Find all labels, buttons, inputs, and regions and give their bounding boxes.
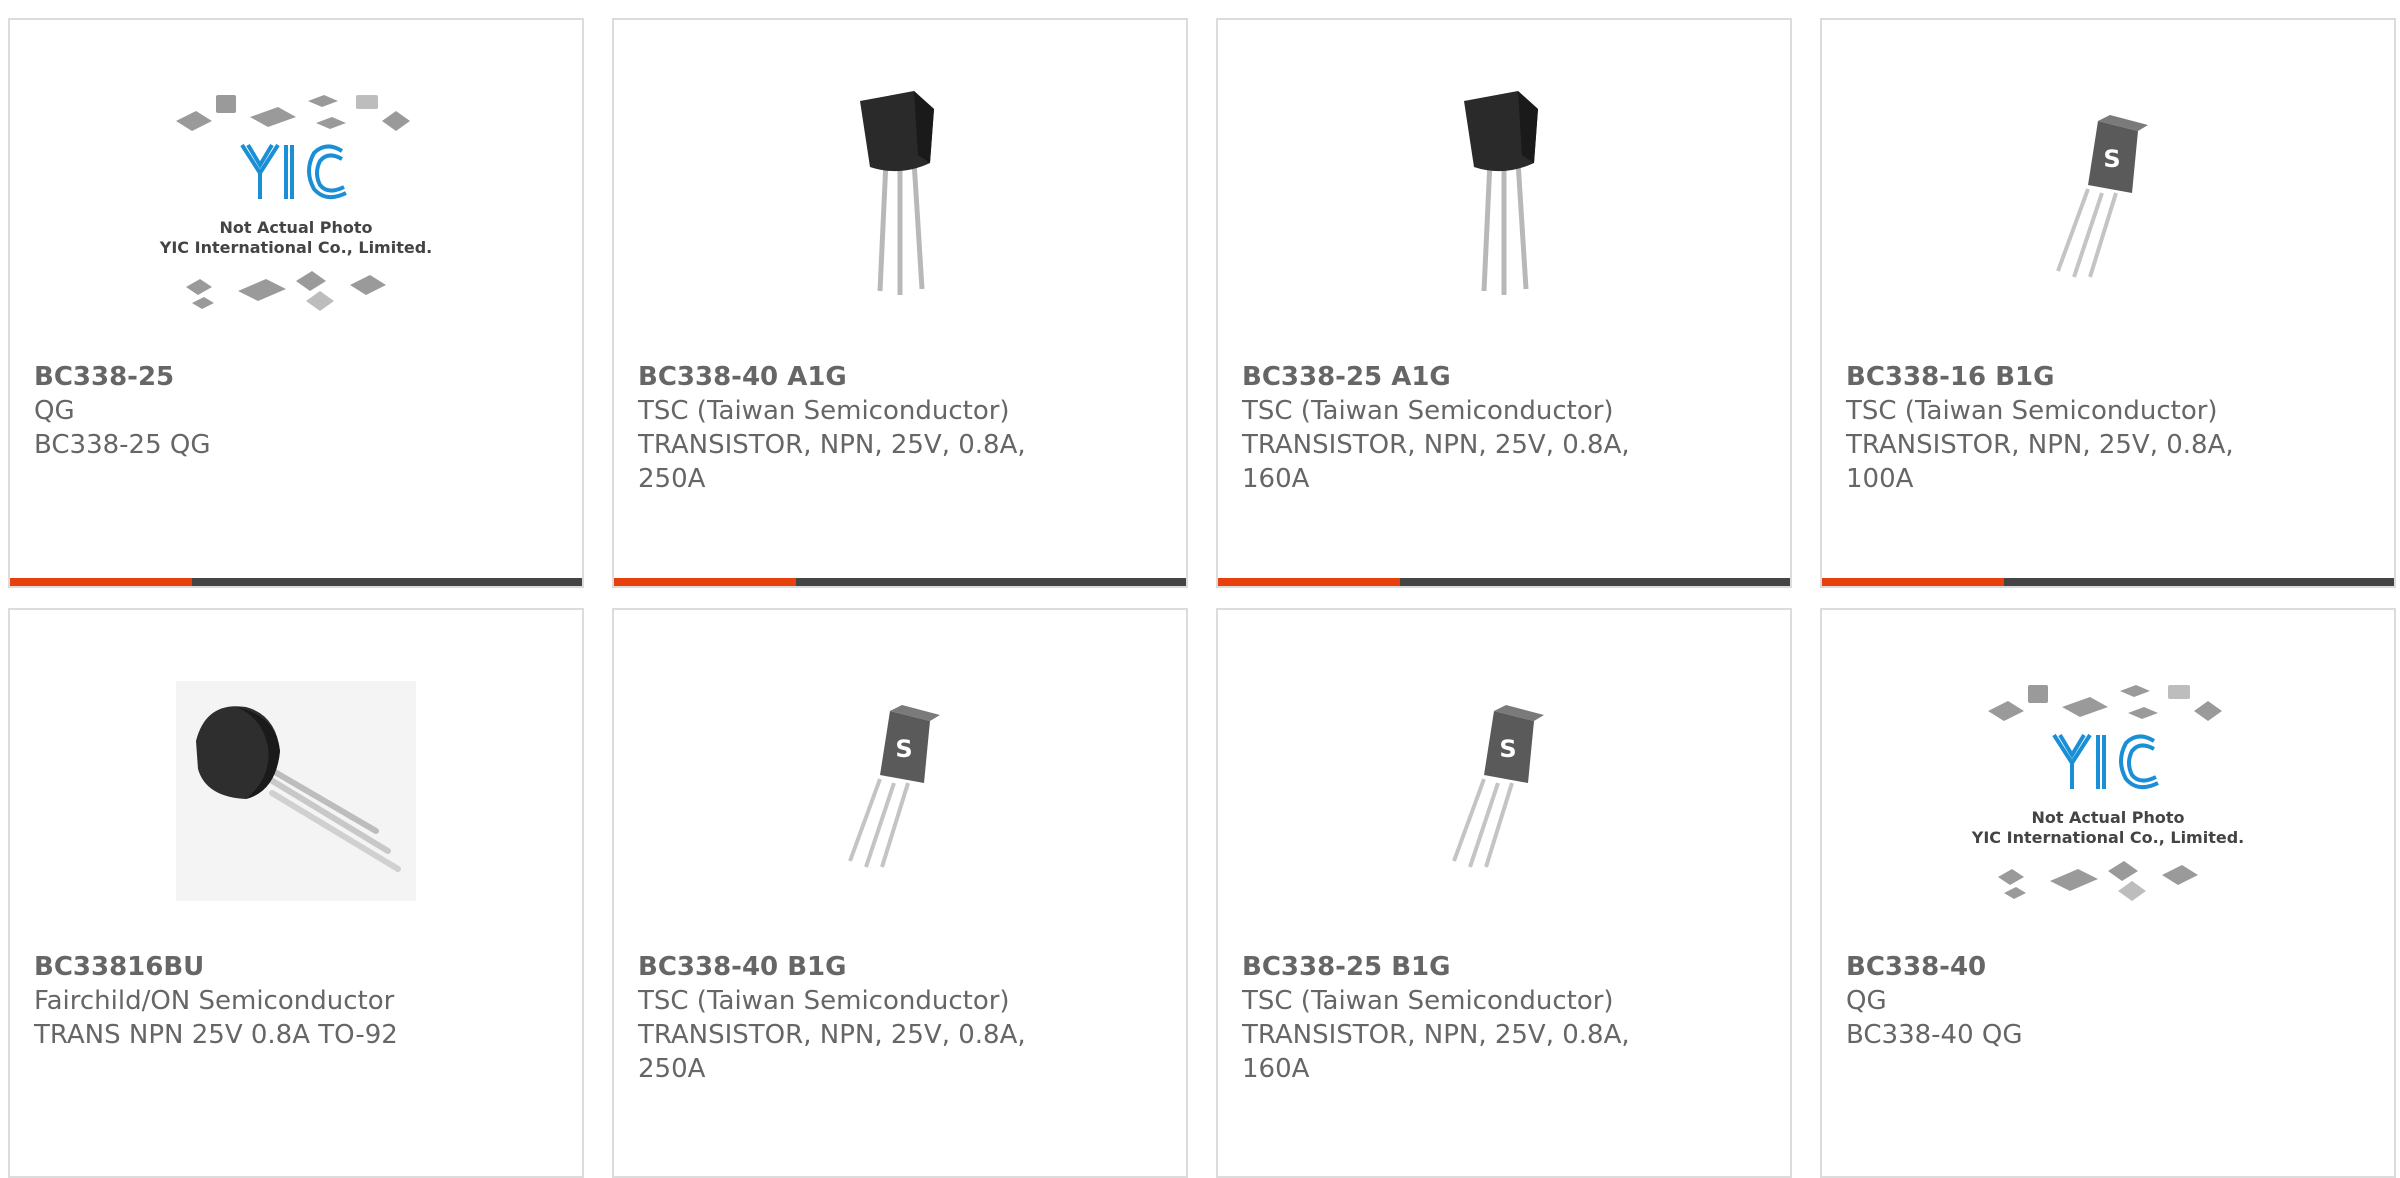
- product-info: BC338-25 B1G TSC (Taiwan Semiconductor) …: [1242, 950, 1766, 1086]
- part-number[interactable]: BC338-25 A1G: [1242, 360, 1766, 394]
- yic-logo-icon: [240, 143, 347, 200]
- description: TRANS NPN 25V 0.8A TO-92: [34, 1020, 398, 1050]
- yic-logo-icon: [2052, 733, 2159, 790]
- part-number[interactable]: BC33816BU: [34, 950, 558, 984]
- product-image[interactable]: [10, 666, 582, 916]
- yic-placeholder-icon: Not Actual Photo YIC International Co., …: [159, 95, 432, 311]
- transistor-icon: [1464, 91, 1538, 295]
- card-accent-bar: [10, 578, 192, 586]
- product-card[interactable]: S BC338-25 B1G TSC (Taiwan Semiconductor…: [1216, 608, 1792, 1178]
- manufacturer: TSC (Taiwan Semiconductor): [1242, 396, 1614, 426]
- product-image[interactable]: S: [614, 666, 1186, 916]
- product-info: BC338-40 QG BC338-40 QG: [1846, 950, 2370, 1052]
- manufacturer: TSC (Taiwan Semiconductor): [638, 396, 1010, 426]
- placeholder-line-1: Not Actual Photo: [2031, 808, 2184, 827]
- product-card[interactable]: Not Actual Photo YIC International Co., …: [1820, 608, 2396, 1178]
- product-image[interactable]: Not Actual Photo YIC International Co., …: [10, 76, 582, 326]
- product-card[interactable]: Not Actual Photo YIC International Co., …: [8, 18, 584, 588]
- manufacturer: QG: [34, 396, 75, 426]
- card-bottom-bar: [1218, 578, 1790, 586]
- transistor-icon: [860, 91, 934, 295]
- product-card[interactable]: BC338-40 A1G TSC (Taiwan Semiconductor) …: [612, 18, 1188, 588]
- product-image[interactable]: S: [1218, 666, 1790, 916]
- manufacturer: TSC (Taiwan Semiconductor): [1846, 396, 2218, 426]
- description: TRANSISTOR, NPN, 25V, 0.8A, 250A: [638, 1020, 1026, 1084]
- part-number[interactable]: BC338-25: [34, 360, 558, 394]
- product-image[interactable]: [1218, 76, 1790, 326]
- transistor-logo-icon: S: [1452, 705, 1544, 868]
- product-info: BC33816BU Fairchild/ON Semiconductor TRA…: [34, 950, 558, 1052]
- placeholder-line-2: YIC International Co., Limited.: [159, 238, 432, 257]
- svg-text:S: S: [1499, 735, 1516, 763]
- manufacturer: Fairchild/ON Semiconductor: [34, 986, 395, 1016]
- product-info: BC338-16 B1G TSC (Taiwan Semiconductor) …: [1846, 360, 2370, 496]
- description: TRANSISTOR, NPN, 25V, 0.8A, 160A: [1242, 430, 1630, 494]
- part-number[interactable]: BC338-40 A1G: [638, 360, 1162, 394]
- part-number[interactable]: BC338-40: [1846, 950, 2370, 984]
- product-card[interactable]: BC338-25 A1G TSC (Taiwan Semiconductor) …: [1216, 18, 1792, 588]
- svg-text:S: S: [895, 735, 912, 763]
- product-info: BC338-40 B1G TSC (Taiwan Semiconductor) …: [638, 950, 1162, 1086]
- description: BC338-25 QG: [34, 430, 211, 460]
- yic-placeholder-icon: Not Actual Photo YIC International Co., …: [1971, 685, 2244, 901]
- svg-text:S: S: [2103, 145, 2120, 173]
- description: BC338-40 QG: [1846, 1020, 2023, 1050]
- card-bottom-bar: [614, 578, 1186, 586]
- product-info: BC338-25 A1G TSC (Taiwan Semiconductor) …: [1242, 360, 1766, 496]
- manufacturer: QG: [1846, 986, 1887, 1016]
- manufacturer: TSC (Taiwan Semiconductor): [638, 986, 1010, 1016]
- description: TRANSISTOR, NPN, 25V, 0.8A, 100A: [1846, 430, 2234, 494]
- card-accent-bar: [614, 578, 796, 586]
- part-number[interactable]: BC338-40 B1G: [638, 950, 1162, 984]
- description: TRANSISTOR, NPN, 25V, 0.8A, 160A: [1242, 1020, 1630, 1084]
- description: TRANSISTOR, NPN, 25V, 0.8A, 250A: [638, 430, 1026, 494]
- transistor-side-icon: [176, 681, 416, 901]
- manufacturer: TSC (Taiwan Semiconductor): [1242, 986, 1614, 1016]
- product-image[interactable]: Not Actual Photo YIC International Co., …: [1822, 666, 2394, 916]
- transistor-logo-icon: S: [2056, 115, 2148, 278]
- product-info: BC338-40 A1G TSC (Taiwan Semiconductor) …: [638, 360, 1162, 496]
- transistor-logo-icon: S: [848, 705, 940, 868]
- product-card[interactable]: BC33816BU Fairchild/ON Semiconductor TRA…: [8, 608, 584, 1178]
- part-number[interactable]: BC338-16 B1G: [1846, 360, 2370, 394]
- card-bottom-bar: [10, 578, 582, 586]
- product-card[interactable]: S BC338-16 B1G TSC (Taiwan Semiconductor…: [1820, 18, 2396, 588]
- card-accent-bar: [1218, 578, 1400, 586]
- placeholder-line-2: YIC International Co., Limited.: [1971, 828, 2244, 847]
- part-number[interactable]: BC338-25 B1G: [1242, 950, 1766, 984]
- product-card[interactable]: S BC338-40 B1G TSC (Taiwan Semiconductor…: [612, 608, 1188, 1178]
- placeholder-line-1: Not Actual Photo: [219, 218, 372, 237]
- card-bottom-bar: [1822, 578, 2394, 586]
- product-image[interactable]: S: [1822, 76, 2394, 326]
- product-image[interactable]: [614, 76, 1186, 326]
- product-info: BC338-25 QG BC338-25 QG: [34, 360, 558, 462]
- card-accent-bar: [1822, 578, 2004, 586]
